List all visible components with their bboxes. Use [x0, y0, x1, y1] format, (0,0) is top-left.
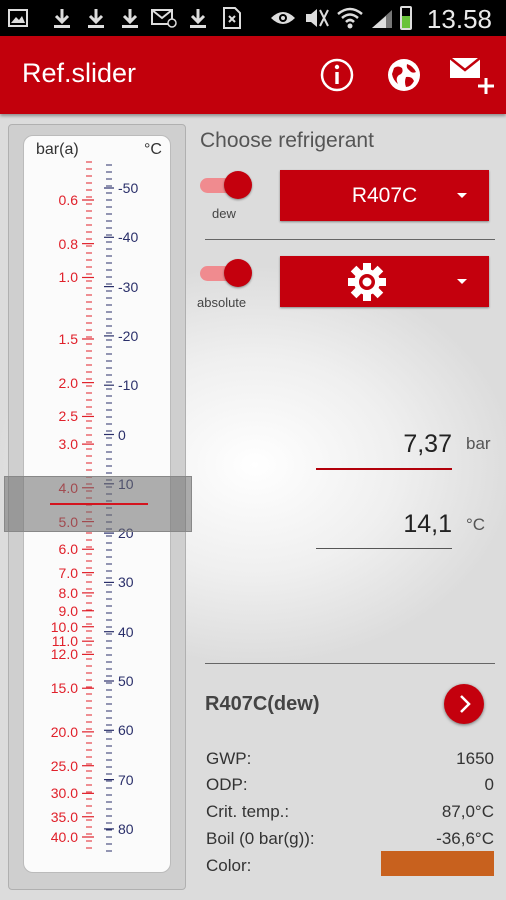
pressure-tick-label: 9.0: [58, 602, 78, 619]
pressure-tick-label: 20.0: [50, 723, 78, 740]
dew-toggle[interactable]: [200, 170, 252, 200]
temperature-tick-label: -40: [118, 229, 139, 246]
pressure-tick-label: 15.0: [50, 680, 78, 697]
temperature-unit: °C: [466, 515, 486, 534]
odp-value: 0: [484, 775, 494, 794]
temperature-tick-label: -30: [118, 278, 139, 295]
pressure-tick-label: 1.5: [58, 330, 78, 347]
pressure-tick-label: 7.0: [58, 564, 78, 581]
absolute-toggle-label: absolute: [197, 295, 247, 310]
pressure-tick-label: 8.0: [58, 584, 78, 601]
gwp-value: 1650: [456, 749, 494, 768]
gear-icon: [348, 263, 386, 301]
refrigerant-info-title: R407C(dew): [205, 693, 320, 715]
pressure-value[interactable]: 7,37: [330, 430, 452, 459]
chevron-down-icon: [457, 279, 467, 284]
pressure-tick-label: 1.0: [58, 269, 78, 286]
divider: [205, 663, 495, 664]
boil-label: Boil (0 bar(g)):: [206, 829, 315, 848]
pressure-tick-label: 6.0: [58, 541, 78, 558]
temperature-tick-label: 70: [118, 771, 134, 788]
chevron-down-icon: [457, 193, 467, 198]
temperature-tick-label: 0: [118, 426, 126, 443]
settings-dropdown[interactable]: [280, 256, 489, 307]
selector-indicator-line: [50, 503, 148, 505]
pressure-field-underline: [316, 468, 452, 470]
pressure-tick-label: 3.0: [58, 436, 78, 453]
temperature-tick-label: -10: [118, 377, 139, 394]
pressure-unit: bar: [466, 434, 491, 453]
pressure-tick-label: 35.0: [50, 808, 78, 825]
dew-toggle-label: dew: [212, 206, 236, 221]
temperature-tick-label: -50: [118, 180, 139, 196]
color-label: Color:: [206, 856, 252, 875]
details-button[interactable]: [444, 684, 484, 724]
refrigerant-value: R407C: [351, 184, 418, 207]
pressure-tick-label: 30.0: [50, 785, 78, 802]
pressure-tick-label: 25.0: [50, 757, 78, 774]
temperature-tick-label: 60: [118, 722, 134, 739]
pressure-tick-label: 12.0: [50, 646, 78, 663]
pressure-tick-label: 0.8: [58, 235, 78, 252]
gwp-label: GWP:: [206, 749, 252, 768]
absolute-toggle[interactable]: [200, 258, 252, 288]
crit-temp-label: Crit. temp.:: [206, 802, 290, 821]
temperature-value[interactable]: 14,1: [330, 510, 452, 539]
pressure-tick-label: 2.5: [58, 408, 78, 425]
refrigerant-dropdown[interactable]: R407C: [280, 170, 489, 221]
pressure-tick-label: 40.0: [50, 829, 78, 845]
temperature-tick-label: 50: [118, 673, 134, 689]
crit-temp-value: 87,0°C: [441, 802, 494, 821]
pressure-tick-label: 2.0: [58, 374, 78, 391]
chevron-right-icon: [460, 695, 471, 713]
temperature-field-underline: [316, 548, 452, 549]
odp-label: ODP:: [206, 775, 248, 794]
boil-value: -36,6°C: [436, 829, 494, 848]
temperature-tick-label: 80: [118, 820, 134, 837]
temperature-tick-label: 30: [118, 574, 134, 591]
choose-refrigerant-label: Choose refrigerant: [200, 129, 374, 152]
divider: [205, 239, 495, 240]
pressure-tick-label: 0.6: [58, 192, 78, 208]
color-swatch: [381, 851, 494, 876]
temperature-tick-label: 40: [118, 623, 134, 640]
temperature-tick-label: -20: [118, 327, 139, 344]
